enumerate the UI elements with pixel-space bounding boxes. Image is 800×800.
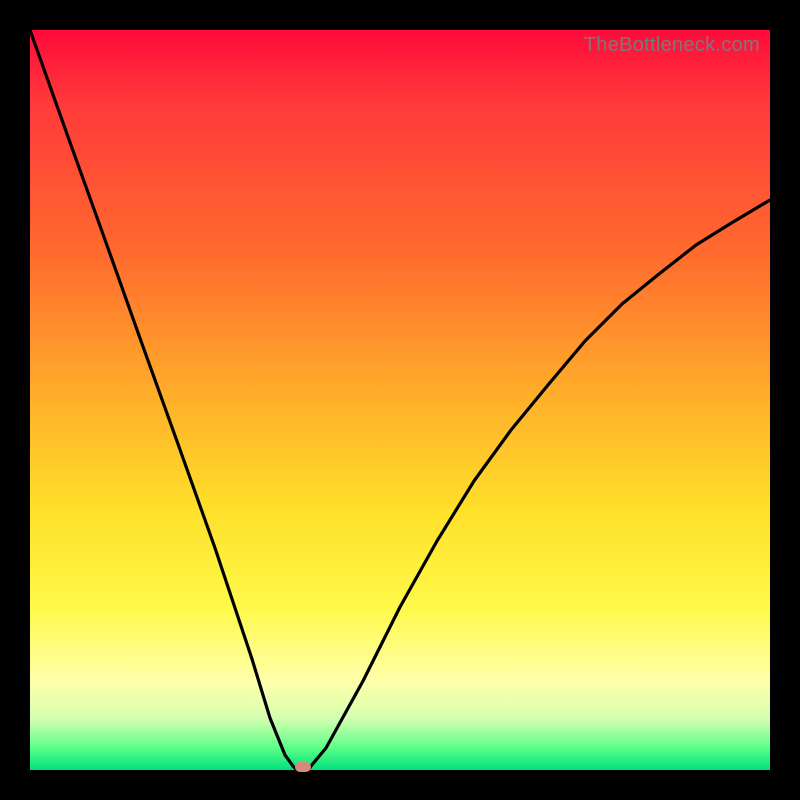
curve-path xyxy=(30,30,770,770)
chart-frame: TheBottleneck.com xyxy=(0,0,800,800)
optimum-marker xyxy=(295,762,311,772)
plot-area: TheBottleneck.com xyxy=(30,30,770,770)
bottleneck-curve xyxy=(30,30,770,770)
